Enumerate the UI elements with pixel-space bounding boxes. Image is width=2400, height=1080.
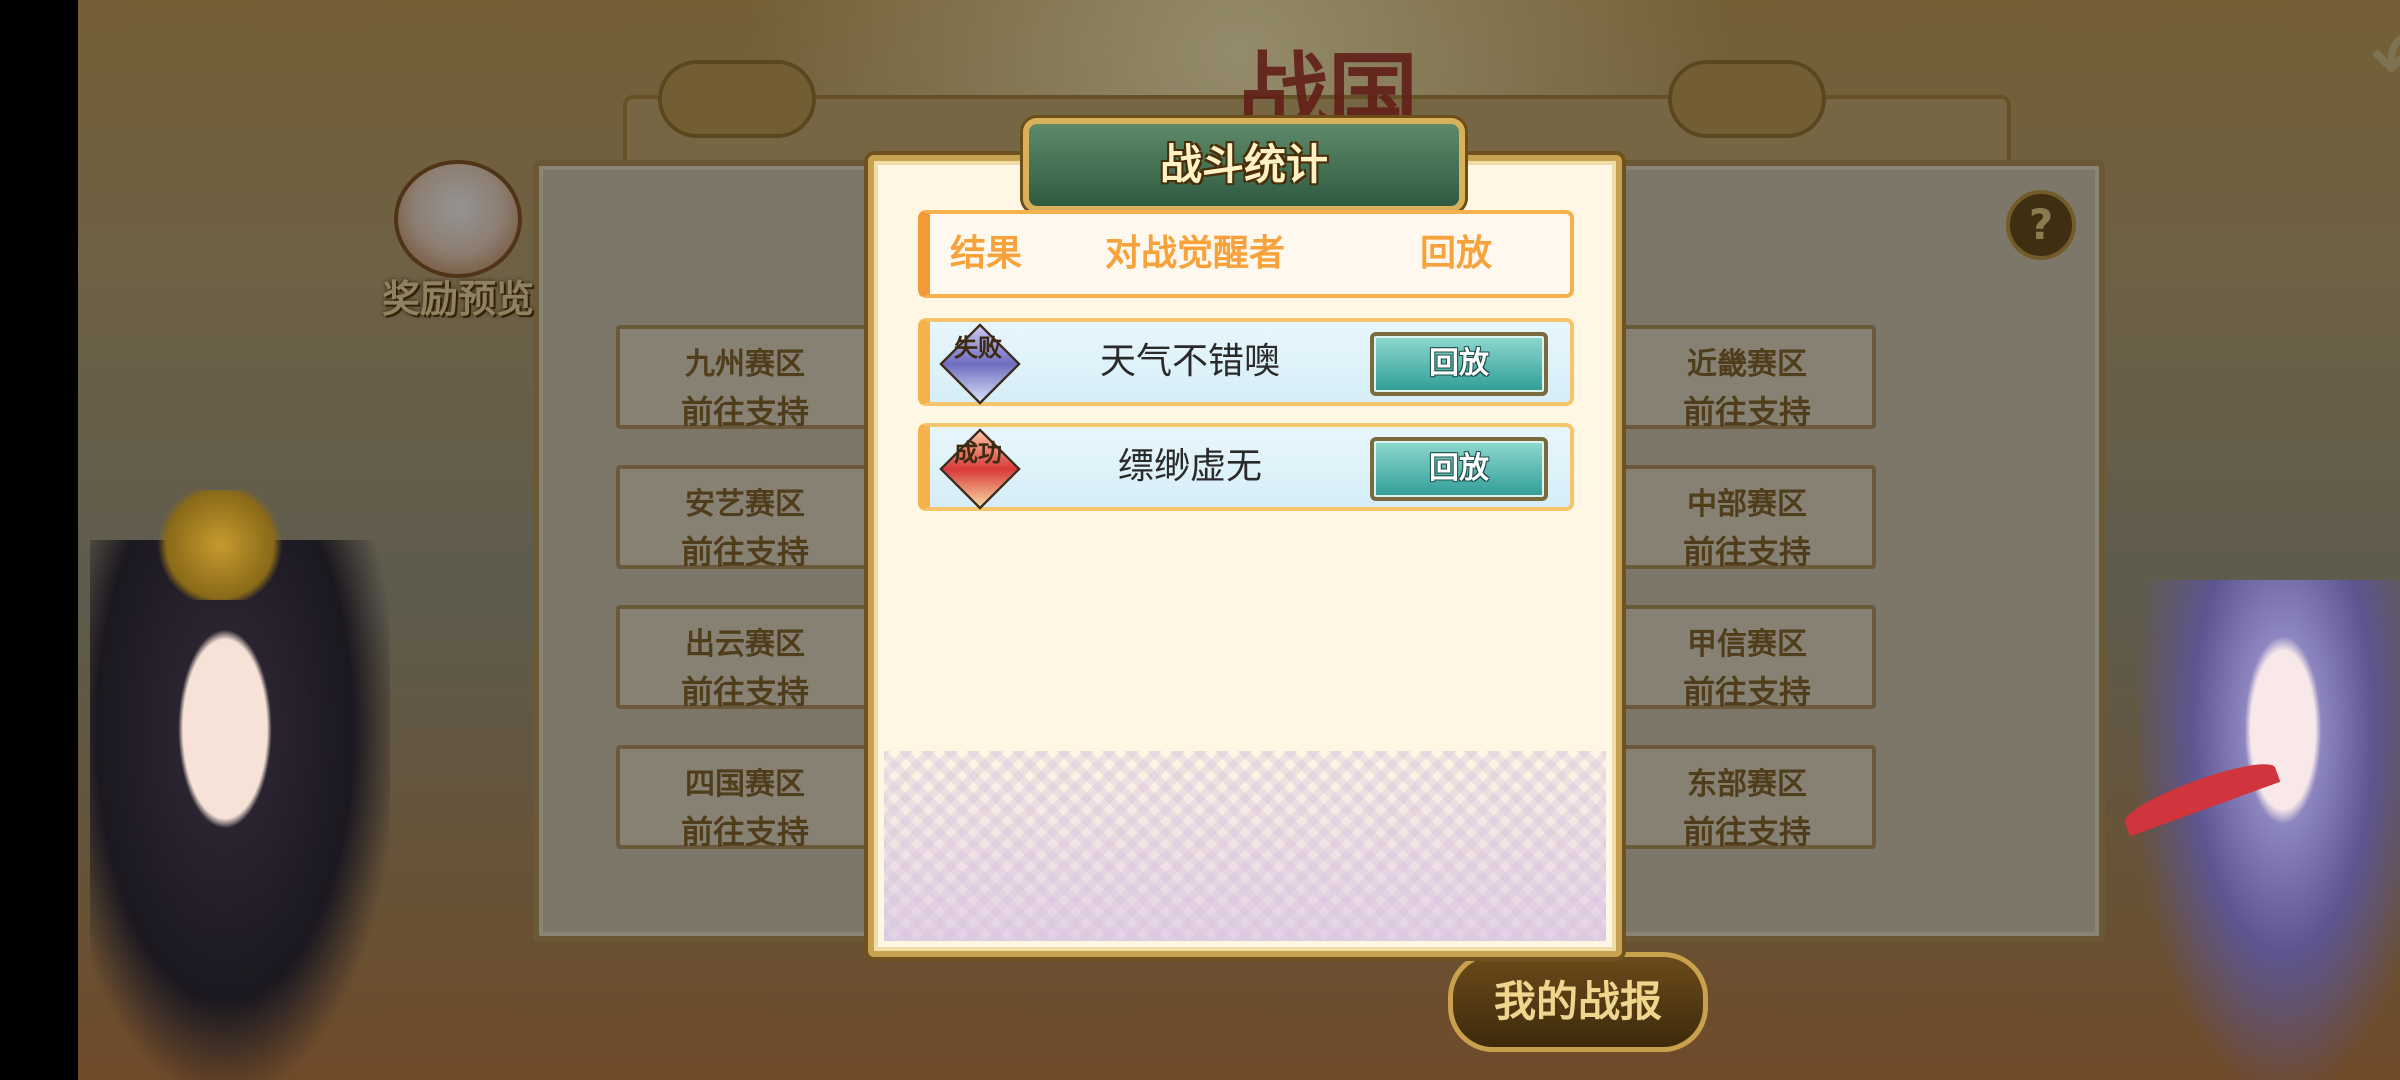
region-card-shikoku[interactable]: 四国赛区 前往支持: [616, 745, 874, 851]
samurai-girl-character: [90, 490, 390, 1080]
region-card-kyushu[interactable]: 九州赛区 前往支持: [616, 325, 874, 431]
region-name: 近畿赛区: [1687, 347, 1807, 382]
header-opponent: 对战觉醒者: [1105, 233, 1286, 274]
dialog-bottom-pattern: [884, 751, 1606, 941]
region-card-kinki[interactable]: 近畿赛区 前往支持: [1618, 325, 1876, 431]
region-card-aki[interactable]: 安艺赛区 前往支持: [616, 465, 874, 571]
result-badge-text: 失败: [954, 333, 1002, 362]
region-support-link[interactable]: 前往支持: [620, 807, 870, 853]
region-card-izumo[interactable]: 出云赛区 前往支持: [616, 605, 874, 711]
battle-row: 成功 缥缈虚无 回放: [918, 423, 1574, 511]
replay-button[interactable]: 回放: [1370, 332, 1548, 396]
reward-preview-label: 奖励预览: [381, 277, 534, 321]
region-card-chubu[interactable]: 中部赛区 前往支持: [1618, 465, 1876, 571]
region-support-link[interactable]: 前往支持: [1622, 667, 1872, 713]
replay-button[interactable]: 回放: [1370, 437, 1548, 501]
header-result: 结果: [950, 233, 1023, 274]
dialog-title-plaque: 战斗统计: [1023, 118, 1465, 212]
battle-row: 失败 天气不错噢 回放: [918, 318, 1574, 406]
region-name: 安艺赛区: [685, 487, 805, 522]
region-name: 九州赛区: [685, 347, 805, 382]
region-support-link[interactable]: 前往支持: [1622, 807, 1872, 853]
region-support-link[interactable]: 前往支持: [620, 527, 870, 573]
region-name: 出云赛区: [685, 627, 805, 662]
back-arrow-icon[interactable]: ↶: [2358, 15, 2400, 105]
lucky-cat-icon: [394, 160, 522, 278]
scythe-blade: [2119, 753, 2281, 837]
result-badge-text: 成功: [954, 438, 1002, 467]
region-name: 中部赛区: [1687, 487, 1807, 522]
reward-preview-button[interactable]: 奖励预览: [373, 160, 543, 323]
opponent-name: 天气不错噢: [1099, 341, 1280, 382]
region-name: 东部赛区: [1687, 767, 1807, 802]
scythe-girl-character: [2119, 580, 2400, 1080]
region-name: 四国赛区: [685, 767, 805, 802]
dialog-title: 战斗统计: [1159, 140, 1328, 189]
cloud-ornament-left: [658, 60, 816, 138]
region-support-link[interactable]: 前往支持: [620, 667, 870, 713]
header-replay: 回放: [1420, 233, 1493, 274]
table-header: 结果 对战觉醒者 回放: [918, 210, 1574, 298]
cloud-ornament-right: [1668, 60, 1826, 138]
region-card-koshin[interactable]: 甲信赛区 前往支持: [1618, 605, 1876, 711]
opponent-name: 缥缈虚无: [1117, 446, 1262, 487]
help-button[interactable]: ?: [2006, 190, 2076, 260]
region-support-link[interactable]: 前往支持: [1622, 387, 1872, 433]
region-support-link[interactable]: 前往支持: [620, 387, 870, 433]
golden-crown-ornament: [150, 490, 290, 600]
region-card-tobu[interactable]: 东部赛区 前往支持: [1618, 745, 1876, 851]
region-support-link[interactable]: 前往支持: [1622, 527, 1872, 573]
my-battle-report-button[interactable]: 我的战报: [1448, 952, 1708, 1052]
region-name: 甲信赛区: [1687, 627, 1807, 662]
